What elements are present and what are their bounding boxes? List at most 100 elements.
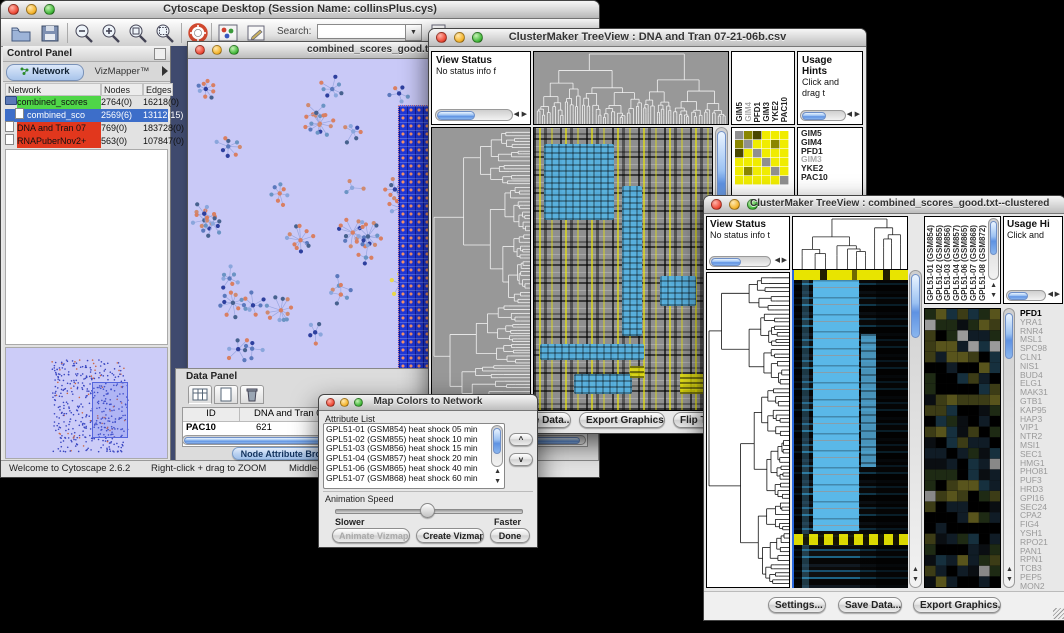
scroll-right-icon[interactable]: ▶ [855,110,860,120]
close-button[interactable] [711,199,722,210]
scroll-up-icon[interactable]: ▲ [990,281,997,291]
tv1-row-dendrogram[interactable] [431,127,531,411]
scroll-right-icon[interactable]: ▶ [1055,290,1060,300]
network-tree-empty-area[interactable] [5,149,168,345]
column-label: GIM5 [735,102,744,122]
tv2-export-graphics-button[interactable]: Export Graphics... [913,597,1001,613]
tv1-column-dendrogram[interactable] [533,51,729,125]
network-file-icon [5,134,17,149]
scroll-up-icon[interactable]: ▲ [912,565,919,575]
tv2-heatmap-vscrollbar[interactable]: ▲ ▼ [909,270,922,588]
attribute-vscrollbar[interactable] [491,425,503,467]
zoom-out-icon[interactable] [72,22,96,44]
dialog-titlebar[interactable]: Map Colors to Network [319,395,537,411]
scroll-up-icon[interactable]: ▲ [1006,565,1013,575]
attribute-listbox[interactable]: GPL51-01 (GSM854) heat shock 05 minGPL51… [323,423,505,489]
done-button[interactable]: Done [490,528,530,543]
treeview2-titlebar[interactable]: ClusterMaker TreeView : combined_scores_… [704,196,1064,214]
scroll-left-icon[interactable]: ◀ [775,256,780,266]
tv2-gene-vscrollbar[interactable]: ▲ ▼ [1003,308,1015,588]
tv2-gene-panel: ▲ ▼ PFD1YRA1RNR4MSL1SPC98CLN1NIS1BUD4ELG… [1003,308,1063,588]
network-overview[interactable] [5,347,168,459]
treeview2-window: ClusterMaker TreeView : combined_scores_… [703,195,1064,621]
network-row[interactable]: RNAPuberNov2+ 563(0) 107847(0) [5,135,168,148]
scroll-down-icon[interactable]: ▼ [494,477,501,487]
tab-network[interactable]: Network [6,64,84,81]
tv2-button-bar: Settings... Save Data... Export Graphics… [704,591,1064,620]
scroll-left-icon[interactable]: ◀ [847,110,852,120]
scroll-left-icon[interactable]: ◀ [514,110,519,120]
attribute-item[interactable]: GPL51-07 (GSM868) heat shock 60 min [326,474,502,484]
view-status-title: View Status [436,55,492,66]
tv2-save-data-button[interactable]: Save Data... [838,597,902,613]
overview-view-rect[interactable] [92,382,128,438]
tv2-view-status: View Status No status info t ◀ ▶ [706,216,790,270]
column-header-id[interactable]: ID [183,408,240,421]
scroll-down-icon[interactable]: ▼ [990,291,997,301]
tv2-zoom-heatmap[interactable] [924,308,1001,588]
tv1-hints-hscrollbar[interactable] [800,110,846,121]
scroll-left-icon[interactable]: ◀ [1048,290,1053,300]
move-up-button[interactable]: ^ [509,433,533,446]
gene-label[interactable]: MON2 [1020,582,1048,591]
view-status-title: View Status [710,219,766,230]
network-row[interactable]: DNA and Tran 07 769(0) 183728(0) [5,122,168,135]
view-status-text: No status info t [710,230,770,240]
tv2-hints-hscrollbar[interactable] [1006,290,1046,301]
tab-vizmapper[interactable]: VizMapper™ [87,64,157,79]
control-panel-title: Control Panel [7,48,72,59]
move-down-button[interactable]: v [509,453,533,466]
scroll-down-icon[interactable]: ▼ [1006,575,1013,585]
resize-grip[interactable] [1053,608,1064,619]
column-label: GPL51-08 (GSM872) [978,225,987,301]
scroll-right-icon[interactable]: ▶ [782,256,787,266]
tv2-status-hscrollbar[interactable] [709,256,771,267]
create-vizmap-button[interactable]: Create Vizmap [416,528,484,543]
tv2-column-dendrogram[interactable] [792,216,908,270]
tv1-export-graphics-button[interactable]: Export Graphics... [579,412,665,428]
column-label: GIM3 [762,102,771,122]
zoom-in-icon[interactable] [99,22,123,44]
new-attribute-icon[interactable] [214,385,238,404]
map-colors-dialog: Map Colors to Network Attribute List GPL… [318,394,538,548]
search-dropdown-icon[interactable]: ▼ [405,24,422,41]
data-panel-title: Data Panel [186,371,237,382]
control-panel-tabs: Network VizMapper™ [3,62,170,82]
column-label: YKE2 [771,101,780,122]
open-file-icon[interactable] [9,22,33,44]
delete-attribute-icon[interactable] [240,385,264,404]
animate-vizmap-button[interactable]: Animate Vizmap [332,528,410,543]
network-row[interactable]: combined_scores 2764(0) 16218(0) [5,96,168,109]
float-panel-icon[interactable] [154,48,166,60]
tv2-settings-button[interactable]: Settings... [768,597,826,613]
speed-slider-thumb[interactable] [420,503,435,518]
network-row-selected[interactable]: combined_sco 2569(6) 13112(15) [5,109,168,122]
scroll-down-icon[interactable]: ▼ [912,575,919,585]
tv2-collabel-vscrollbar[interactable] [988,218,999,280]
usage-hints-title: Usage Hi [1007,219,1050,230]
tv2-heatmap[interactable] [792,270,908,588]
tab-scroll-arrow-icon[interactable] [162,66,168,76]
tv1-column-labels: GIM5GIM4PFD1GIM3YKE2PAC10 [731,51,795,125]
treeview1-title: ClusterMaker TreeView : DNA and Tran 07-… [429,31,866,43]
save-icon[interactable] [38,22,62,44]
column-label: GPL51-03 (GSM856) [943,225,952,301]
search-input[interactable] [317,24,407,39]
treeview1-titlebar[interactable]: ClusterMaker TreeView : DNA and Tran 07-… [429,29,866,47]
column-label: GPL51-06 (GSM865) [960,225,969,301]
network-table: Network Nodes Edges combined_scores 2764… [5,83,168,148]
tv1-heatmap[interactable] [533,127,713,411]
zoom-selected-icon[interactable] [126,22,150,44]
scroll-up-icon[interactable]: ▲ [494,467,501,477]
attribute-table-icon[interactable] [188,385,212,404]
tv2-row-dendrogram[interactable] [706,272,790,588]
scroll-right-icon[interactable]: ▶ [522,110,527,120]
cytoscape-titlebar[interactable]: Cytoscape Desktop (Session Name: collins… [1,1,599,19]
gene-label[interactable]: PAC10 [801,173,862,182]
column-label: PFD1 [753,102,762,122]
column-label: GIM4 [744,102,753,122]
minimize-button[interactable] [729,199,740,210]
zoom-fit-icon[interactable] [153,22,177,44]
tv1-status-hscrollbar[interactable] [435,109,513,121]
dialog-title: Map Colors to Network [319,396,537,407]
